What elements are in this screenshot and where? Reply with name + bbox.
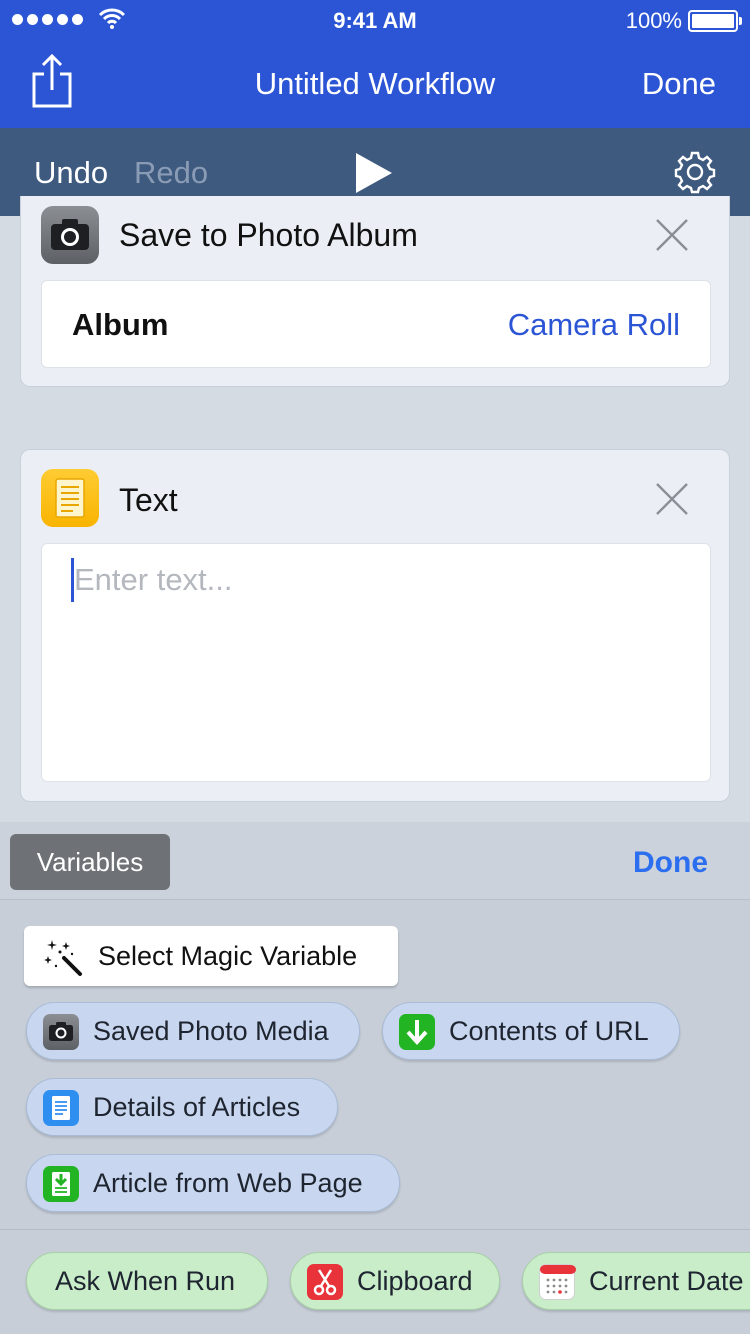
- variable-details-of-articles[interactable]: Details of Articles: [26, 1078, 338, 1136]
- special-variable-label: Current Date: [589, 1266, 744, 1296]
- magic-variable-label: Select Magic Variable: [98, 941, 358, 971]
- gear-icon[interactable]: [673, 150, 717, 194]
- download-icon: [399, 1014, 435, 1050]
- variable-label: Saved Photo Media: [93, 1016, 329, 1046]
- undo-button[interactable]: Undo: [34, 155, 108, 191]
- done-button[interactable]: Done: [642, 66, 716, 102]
- workflow-title[interactable]: Untitled Workflow: [0, 66, 750, 102]
- special-variable-label: Clipboard: [357, 1266, 473, 1296]
- variables-done-button[interactable]: Done: [633, 846, 708, 880]
- text-placeholder: Enter text...: [74, 562, 233, 597]
- variables-panel: Select Magic Variable Saved Photo Media …: [0, 900, 750, 1230]
- select-magic-variable-button[interactable]: Select Magic Variable: [24, 926, 398, 986]
- article-icon: [43, 1090, 79, 1126]
- text-input[interactable]: Enter text...: [41, 543, 711, 782]
- text-icon: [41, 469, 99, 527]
- magic-wand-icon: [44, 940, 82, 976]
- web-article-icon: [43, 1166, 79, 1202]
- variables-bar: Variables Done: [0, 822, 750, 900]
- action-save-to-photo-album: Save to Photo Album Album Camera Roll: [20, 196, 730, 387]
- current-date-button[interactable]: Current Date: [522, 1252, 750, 1310]
- album-parameter[interactable]: Album Camera Roll: [41, 280, 711, 368]
- redo-button[interactable]: Redo: [134, 155, 208, 191]
- battery-percentage: 100%: [625, 8, 682, 33]
- action-text: Text Enter text...: [20, 449, 730, 802]
- album-value[interactable]: Camera Roll: [508, 307, 680, 343]
- action-title: Text: [119, 482, 178, 518]
- status-bar: 9:41 AM 100%: [0, 0, 750, 40]
- action-title: Save to Photo Album: [119, 217, 418, 253]
- variables-button[interactable]: Variables: [10, 834, 170, 890]
- variable-label: Article from Web Page: [93, 1168, 363, 1198]
- camera-icon: [43, 1014, 79, 1050]
- album-label: Album: [72, 307, 169, 342]
- variable-saved-photo-media[interactable]: Saved Photo Media: [26, 1002, 360, 1060]
- close-icon[interactable]: [655, 482, 689, 516]
- scissors-icon: [307, 1264, 343, 1300]
- close-icon[interactable]: [655, 218, 689, 252]
- ask-when-run-button[interactable]: Ask When Run: [26, 1252, 268, 1310]
- special-variables-bar: Ask When Run Clipboard Current Date: [0, 1230, 750, 1334]
- play-icon[interactable]: [354, 151, 394, 195]
- variable-contents-of-url[interactable]: Contents of URL: [382, 1002, 680, 1060]
- battery-icon: [688, 10, 742, 32]
- variable-article-from-web-page[interactable]: Article from Web Page: [26, 1154, 400, 1212]
- calendar-icon: [539, 1264, 576, 1300]
- variable-label: Details of Articles: [93, 1092, 301, 1122]
- clipboard-button[interactable]: Clipboard: [290, 1252, 500, 1310]
- variable-label: Contents of URL: [449, 1016, 649, 1046]
- camera-icon: [41, 206, 99, 264]
- special-variable-label: Ask When Run: [55, 1266, 236, 1296]
- navigation-bar: 9:41 AM 100% Untitled Workflow Done: [0, 0, 750, 128]
